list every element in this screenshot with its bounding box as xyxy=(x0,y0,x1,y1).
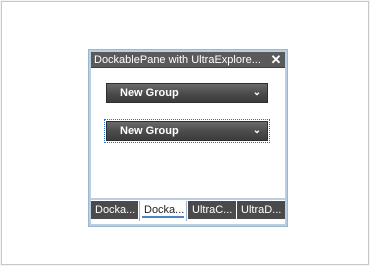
pane-tabstrip: Docka... Docka... UltraC... UltraD... xyxy=(91,200,285,224)
close-icon[interactable]: ✕ xyxy=(269,52,283,67)
group-header-1[interactable]: New Group ⌄ xyxy=(106,83,268,103)
pane-title: DockablePane with UltraExplore... xyxy=(94,54,261,66)
group-header-2[interactable]: New Group ⌄ xyxy=(104,119,270,143)
pane-titlebar[interactable]: DockablePane with UltraExplore... ✕ xyxy=(91,52,285,68)
dockable-pane: DockablePane with UltraExplore... ✕ New … xyxy=(88,49,288,227)
group-label: New Group xyxy=(120,125,179,137)
explorer-bar: New Group ⌄ New Group ⌄ xyxy=(91,68,285,198)
group-label: New Group xyxy=(120,87,179,99)
tab-dockablepane-2[interactable]: Docka... xyxy=(139,201,187,221)
chevron-down-icon[interactable]: ⌄ xyxy=(252,86,262,100)
window-frame: DockablePane with UltraExplore... ✕ New … xyxy=(1,1,369,265)
chevron-down-icon[interactable]: ⌄ xyxy=(252,124,262,138)
tab-dockablepane-1[interactable]: Docka... xyxy=(91,201,138,219)
tab-ultracalendar[interactable]: UltraC... xyxy=(188,201,236,219)
tab-ultradate[interactable]: UltraD... xyxy=(237,201,285,219)
